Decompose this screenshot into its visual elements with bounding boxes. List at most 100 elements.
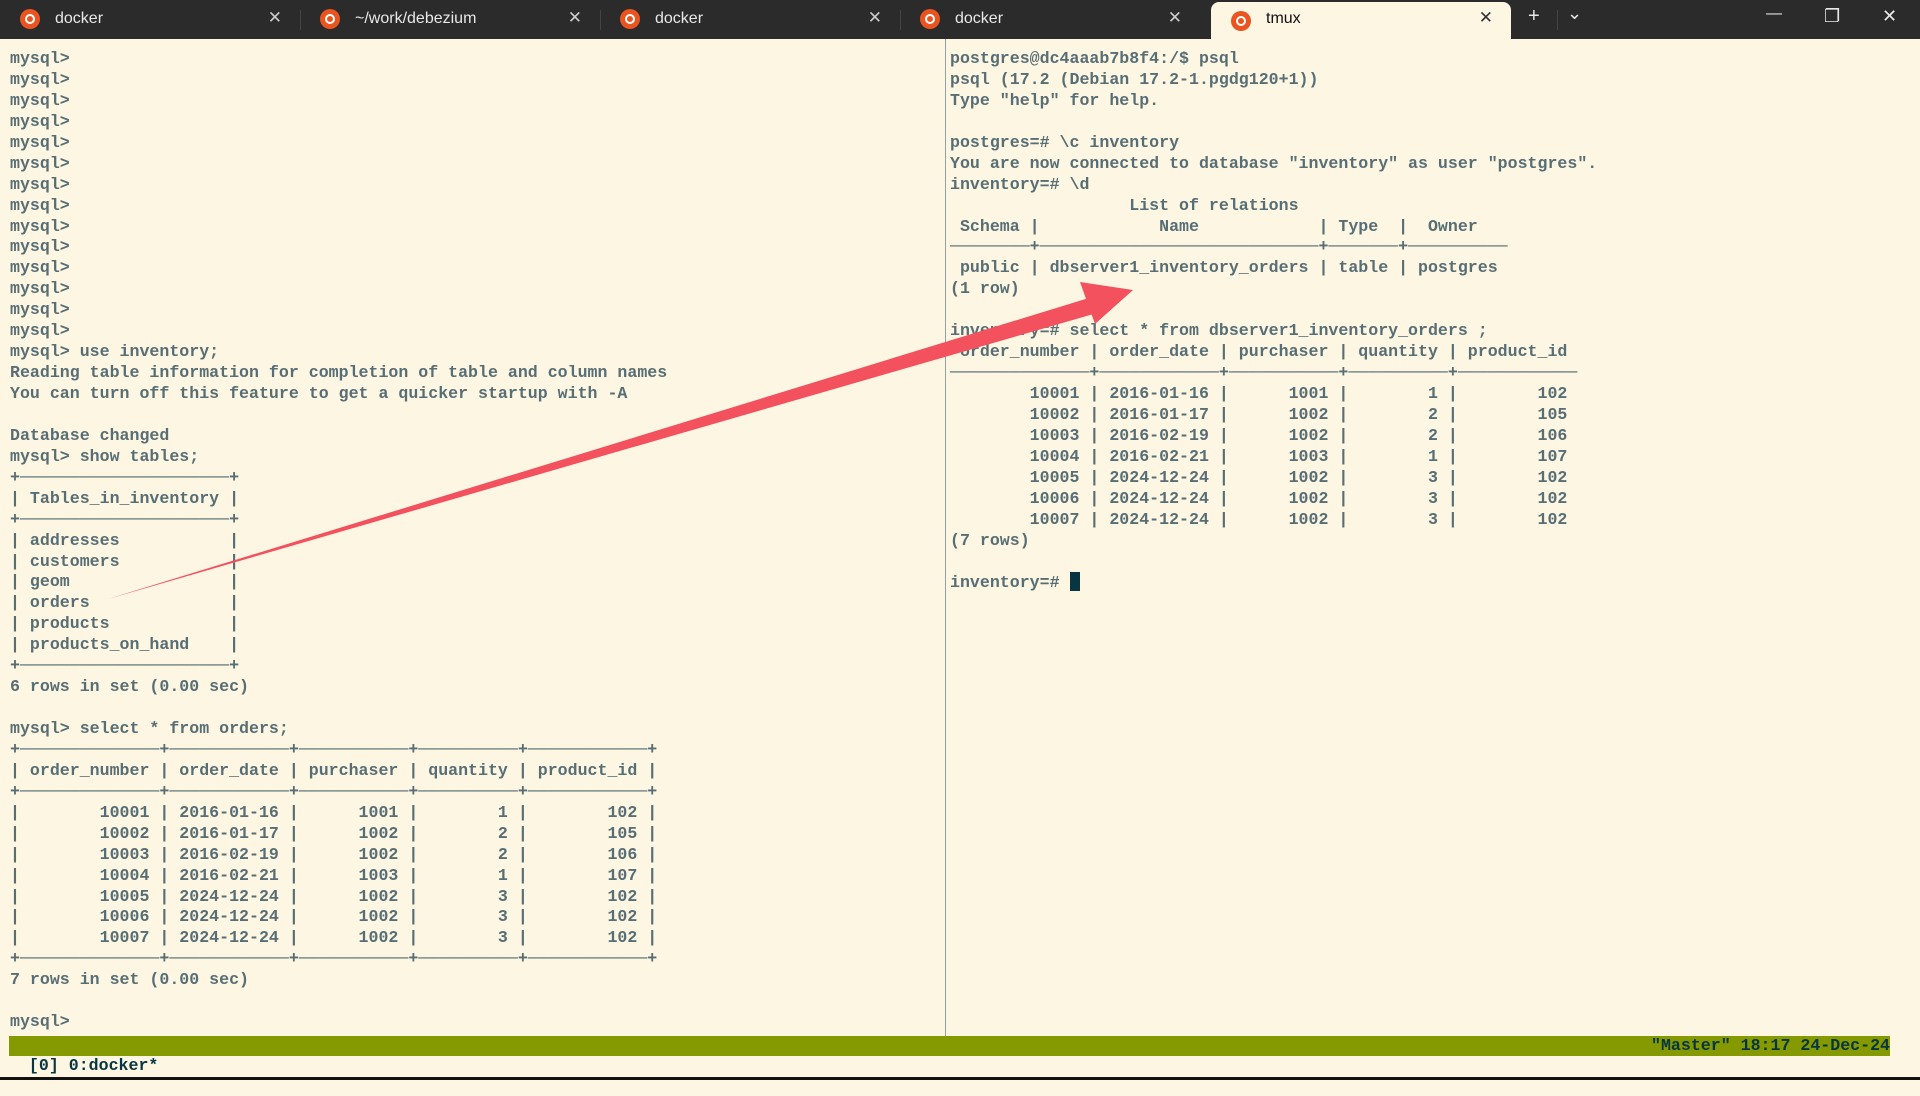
terminal-line: mysql> (10, 69, 70, 89)
terminal-line: 10002 | 2016-01-17 | 1002 | 2 | 105 (950, 404, 1568, 424)
terminal-line: postgres=# \c inventory (950, 132, 1180, 152)
terminal-line: mysql> use inventory; (10, 342, 220, 362)
terminal-line: postgres@dc4aaab7b8f4:/$ psql (950, 49, 1239, 68)
terminal-line: mysql> (10, 49, 70, 68)
terminal-line: (1 row) (950, 279, 1020, 299)
terminal-line: | Tables_in_inventory | (10, 488, 240, 508)
restore-button[interactable]: ❐ (1824, 6, 1840, 27)
tab-label: docker (655, 10, 704, 27)
terminal-line: mysql> (10, 195, 70, 215)
ubuntu-icon (920, 9, 940, 29)
ubuntu-icon (320, 9, 340, 29)
tab-docker-3[interactable]: docker ✕ (900, 0, 1200, 39)
tab-label: ~/work/debezium (355, 10, 477, 27)
terminal-line: | 10007 | 2024-12-24 | 1002 | 3 | 102 | (10, 928, 658, 948)
terminal-line: public | dbserver1_inventory_orders | ta… (950, 258, 1498, 278)
ubuntu-icon (20, 9, 40, 29)
psql-prompt: inventory=# (950, 573, 1070, 593)
terminal-line: +─────────────────────+ (10, 656, 240, 676)
terminal-line: | 10006 | 2024-12-24 | 1002 | 3 | 102 | (10, 907, 658, 927)
terminal-line: +─────────────────────+ (10, 467, 240, 487)
terminal-line: | geom | (10, 572, 240, 592)
close-tab-icon[interactable]: ✕ (1479, 8, 1493, 28)
terminal-line: 10007 | 2024-12-24 | 1002 | 3 | 102 (950, 509, 1568, 529)
tab-docker-1[interactable]: docker ✕ (0, 0, 300, 39)
terminal-line: +──────────────+────────────+───────────… (10, 949, 658, 969)
terminal-line: mysql> (10, 216, 70, 236)
terminal-line: mysql> (10, 90, 70, 110)
terminal-line: 10005 | 2024-12-24 | 1002 | 3 | 102 (950, 467, 1568, 487)
terminal-line: | products | (10, 614, 240, 634)
terminal-line: order_number | order_date | purchaser | … (950, 342, 1568, 362)
terminal-line: psql (17.2 (Debian 17.2-1.pgdg120+1)) (950, 69, 1319, 89)
tab-tmux[interactable]: tmux ✕ (1211, 2, 1511, 39)
terminal-line: Schema | Name | Type | Owner (950, 216, 1478, 236)
terminal-line: mysql> (10, 279, 70, 299)
terminal-line: mysql> show tables; (10, 446, 200, 466)
terminal-line: +─────────────────────+ (10, 509, 240, 529)
tab-debezium[interactable]: ~/work/debezium ✕ (300, 0, 600, 39)
ubuntu-icon (620, 9, 640, 29)
terminal-line: mysql> (10, 321, 70, 341)
left-terminal-pane[interactable]: mysql> mysql> mysql> mysql> mysql> mysql> mysq… (10, 49, 667, 1033)
ubuntu-icon (1231, 11, 1251, 31)
tab-label: tmux (1266, 10, 1301, 27)
close-tab-icon[interactable]: ✕ (568, 8, 582, 28)
terminal-line: mysql> (10, 300, 70, 320)
terminal-line: 7 rows in set (0.00 sec) (10, 970, 249, 990)
close-tab-icon[interactable]: ✕ (868, 8, 882, 28)
terminal-line: | 10003 | 2016-02-19 | 1002 | 2 | 106 | (10, 844, 658, 864)
terminal-line: | 10001 | 2016-01-16 | 1001 | 1 | 102 | (10, 802, 658, 822)
terminal-line: Reading table information for completion… (10, 363, 668, 383)
terminal-line: | 10004 | 2016-02-21 | 1003 | 1 | 107 | (10, 865, 658, 885)
terminal-line: mysql> (10, 153, 70, 173)
prompt-line[interactable]: inventory=# (950, 572, 1597, 594)
terminal-line: mysql> (10, 237, 70, 257)
tab-label: docker (55, 10, 104, 27)
status-left: [0] 0:docker* (28, 1056, 159, 1075)
pane-divider[interactable] (945, 39, 946, 1036)
terminal-line: mysql> (10, 1012, 70, 1032)
terminal-line: | 10005 | 2024-12-24 | 1002 | 3 | 102 | (10, 886, 658, 906)
minimize-button[interactable]: — (1766, 5, 1782, 23)
terminal-line: | customers | (10, 551, 240, 571)
terminal-line: ──────────────+────────────+───────────+… (950, 363, 1578, 383)
terminal-cursor (1069, 572, 1080, 592)
close-tab-icon[interactable]: ✕ (1168, 8, 1182, 28)
terminal-line: | addresses | (10, 530, 240, 550)
tab-docker-2[interactable]: docker ✕ (600, 0, 900, 39)
terminal-line: | products_on_hand | (10, 635, 240, 655)
terminal-line: (7 rows) (950, 530, 1030, 550)
close-window-button[interactable]: ✕ (1882, 6, 1897, 27)
terminal-line: List of relations (950, 195, 1299, 215)
terminal-line: You are now connected to database "inven… (950, 153, 1598, 173)
terminal-line: mysql> (10, 174, 70, 194)
terminal-line: | order_number | order_date | purchaser … (10, 760, 658, 780)
terminal-line: 10004 | 2016-02-21 | 1003 | 1 | 107 (950, 446, 1568, 466)
terminal-line: 10006 | 2024-12-24 | 1002 | 3 | 102 (950, 488, 1568, 508)
terminal-line: mysql> (10, 111, 70, 131)
terminal-line: mysql> (10, 258, 70, 278)
terminal-line: +──────────────+────────────+───────────… (10, 739, 658, 759)
tab-dropdown-button[interactable]: ⌄ (1567, 3, 1582, 24)
terminal-line: Type "help" for help. (950, 90, 1160, 110)
tab-separator (1557, 10, 1558, 30)
status-right: "Master" 18:17 24-Dec-24 (1651, 1036, 1890, 1055)
terminal-line: ────────+────────────────────────────+──… (950, 237, 1508, 257)
new-tab-button[interactable]: + (1528, 5, 1540, 28)
tab-bar: docker ✕ ~/work/debezium ✕ docker ✕ dock… (0, 0, 1920, 39)
close-tab-icon[interactable]: ✕ (268, 8, 282, 28)
terminal-line: 10003 | 2016-02-19 | 1002 | 2 | 106 (950, 425, 1568, 445)
terminal-line: 10001 | 2016-01-16 | 1001 | 1 | 102 (950, 384, 1568, 403)
right-terminal-pane[interactable]: postgres@dc4aaab7b8f4:/$ psql psql (17.2 … (950, 49, 1597, 594)
terminal-line: | orders | (10, 593, 240, 613)
terminal-line: You can turn off this feature to get a q… (10, 384, 628, 403)
tmux-status-bar: [0] 0:docker* "Master" 18:17 24-Dec-24 (9, 1036, 1890, 1075)
terminal-line: inventory=# select * from dbserver1_inve… (950, 321, 1488, 341)
